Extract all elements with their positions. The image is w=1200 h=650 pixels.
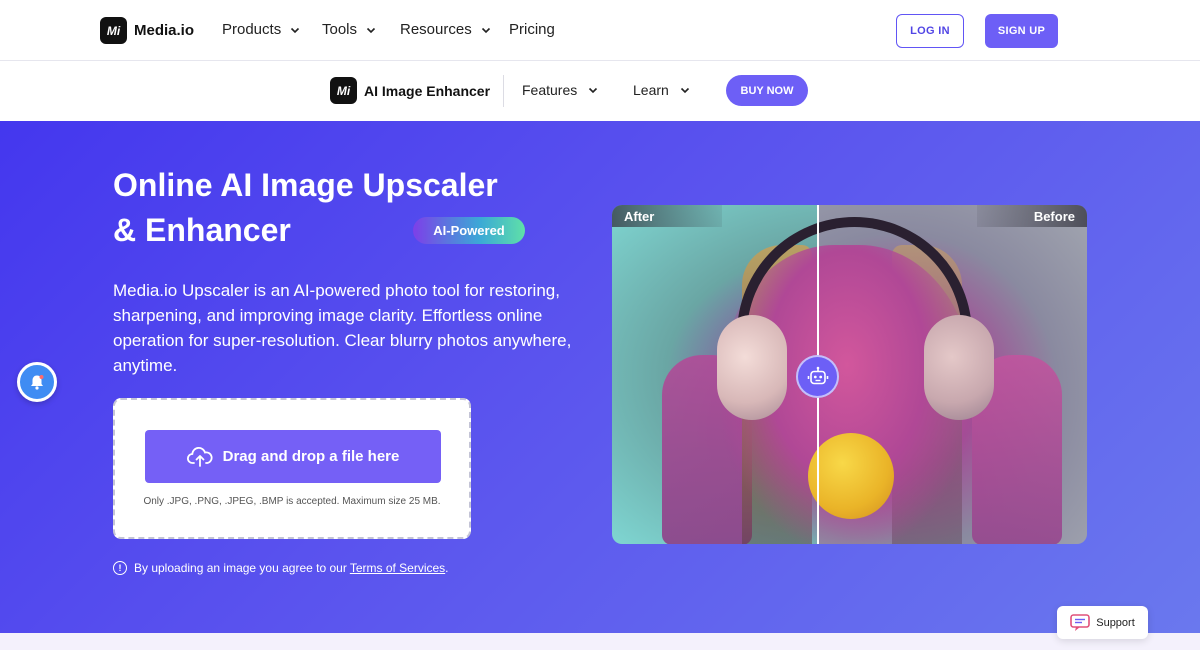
product-title: AI Image Enhancer: [364, 82, 491, 99]
support-label: Support: [1096, 616, 1135, 629]
bubblegum-bubble: [808, 433, 894, 519]
hero-description: Media.io Upscaler is an AI-powered photo…: [113, 281, 572, 375]
chevron-down-icon: [481, 27, 490, 33]
bell-icon: [31, 375, 44, 390]
subnav-learn[interactable]: Learn: [633, 82, 691, 98]
earmuff-right: [924, 315, 994, 420]
media-io-logo[interactable]: Mi Media.io: [100, 17, 194, 44]
upload-button-label: Drag and drop a file here: [222, 448, 400, 465]
compare-slider-handle[interactable]: [796, 355, 839, 398]
chevron-down-icon: [291, 27, 300, 33]
upload-dropzone[interactable]: Drag and drop a file here Only .JPG, .PN…: [113, 398, 471, 539]
hero-title-line1: Online AI Image Upscaler: [113, 167, 498, 203]
support-chat-button[interactable]: Support: [1057, 606, 1148, 639]
product-logo[interactable]: Mi AI Image Enhancer: [330, 77, 490, 104]
chevron-down-icon: [589, 87, 598, 94]
signup-button[interactable]: SIGN UP: [985, 14, 1058, 48]
logo-text: Media.io: [134, 22, 195, 39]
upload-format-note: Only .JPG, .PNG, .JPEG, .BMP is accepted…: [143, 496, 441, 507]
chat-bubble-icon: [1070, 613, 1091, 631]
nav-products-label: Products: [222, 21, 282, 38]
subnav-features[interactable]: Features: [522, 82, 599, 98]
product-subnav: Mi AI Image Enhancer Features Learn BUY …: [0, 61, 1200, 121]
nav-tools[interactable]: Tools: [322, 21, 377, 38]
terms-prefix: By uploading an image you agree to our: [134, 561, 347, 575]
subnav-features-label: Features: [522, 82, 578, 98]
before-label: Before: [977, 205, 1087, 227]
terms-suffix: .: [445, 561, 449, 575]
cloud-upload-icon: [186, 446, 213, 467]
after-label: After: [612, 205, 722, 227]
logo-mark-icon: Mi: [100, 17, 127, 44]
login-button[interactable]: LOG IN: [896, 14, 964, 48]
nav-pricing[interactable]: Pricing: [509, 21, 555, 38]
hero-section: Online AI Image Upscaler & Enhancer AI-P…: [0, 121, 1200, 633]
nav-resources-label: Resources: [400, 21, 472, 38]
notification-bell-button[interactable]: [17, 362, 57, 402]
terms-of-services-link[interactable]: Terms of Services: [350, 561, 445, 575]
robot-icon: [807, 366, 828, 384]
ai-powered-badge: AI-Powered: [413, 217, 525, 244]
nav-resources[interactable]: Resources: [400, 21, 492, 38]
terms-notice: ! By uploading an image you agree to our…: [113, 561, 449, 575]
nav-products[interactable]: Products: [222, 21, 301, 38]
nav-pricing-label: Pricing: [509, 21, 555, 38]
subnav-learn-label: Learn: [633, 82, 669, 98]
hero-title-line2: & Enhancer: [113, 212, 291, 248]
top-navbar: Mi Media.io Products Tools Resources Pri…: [0, 0, 1200, 61]
chevron-down-icon: [680, 87, 689, 94]
buy-now-button[interactable]: BUY NOW: [726, 75, 808, 106]
nav-tools-label: Tools: [322, 21, 358, 38]
upload-button[interactable]: Drag and drop a file here: [145, 430, 441, 483]
logo-mark-icon: Mi: [330, 77, 357, 104]
chevron-down-icon: [366, 27, 376, 33]
info-icon: !: [113, 561, 127, 575]
subnav-divider: [503, 75, 504, 107]
before-after-comparison[interactable]: After Before: [612, 205, 1087, 544]
below-hero-strip: [0, 633, 1200, 650]
earmuff-left: [717, 315, 787, 420]
